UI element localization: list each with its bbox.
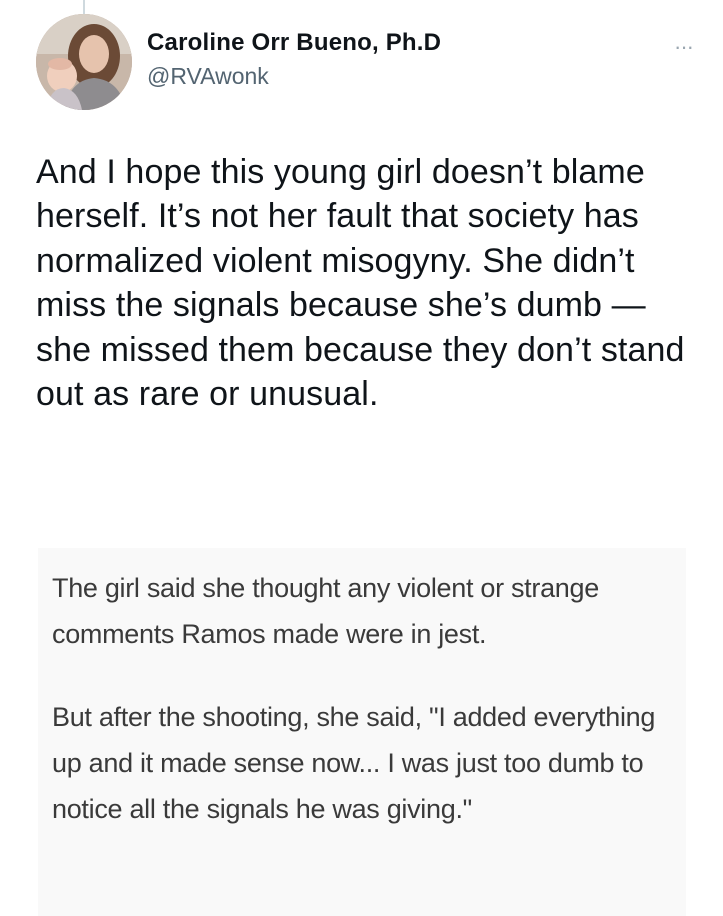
quote-paragraph: The girl said she thought any violent or… [52, 573, 599, 649]
tweet: Caroline Orr Bueno, Ph.D @RVAwonk ··· An… [0, 0, 723, 916]
quote-paragraph: But after the shooting, she said, "I add… [52, 702, 656, 824]
author-block: Caroline Orr Bueno, Ph.D @RVAwonk [147, 28, 441, 91]
author-name[interactable]: Caroline Orr Bueno, Ph.D [147, 28, 441, 58]
avatar[interactable] [36, 14, 132, 110]
thread-connector-line [83, 0, 85, 14]
quote-card: The girl said she thought any violent or… [38, 548, 686, 916]
ellipsis-icon[interactable]: ··· [674, 34, 694, 60]
tweet-text: And I hope this young girl doesn’t blame… [36, 153, 685, 414]
author-handle[interactable]: @RVAwonk [147, 61, 441, 91]
avatar-image [36, 14, 132, 110]
